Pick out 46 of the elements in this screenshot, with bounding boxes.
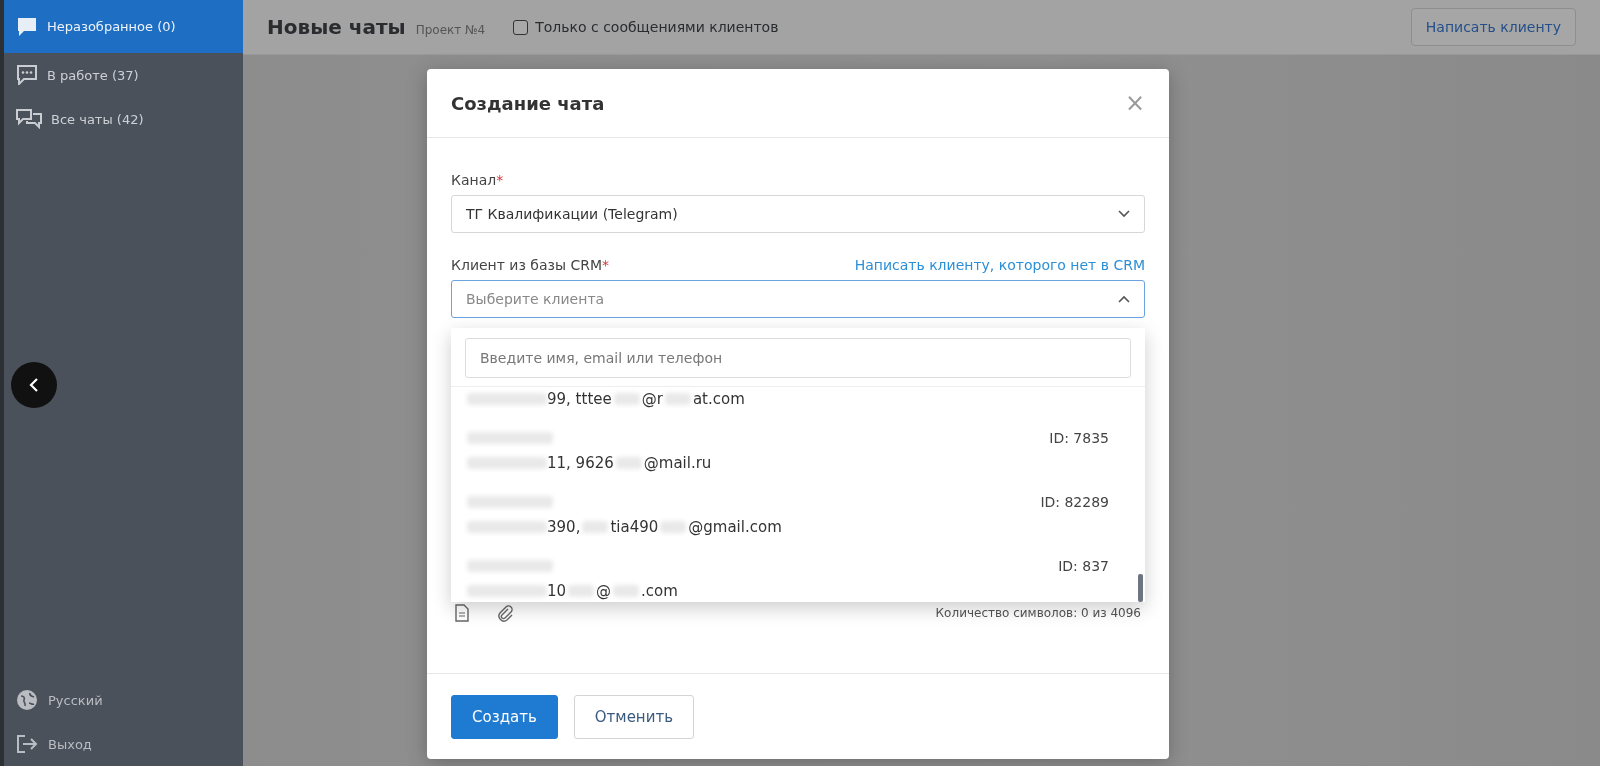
client-contact: 11, 9626 bbox=[547, 454, 614, 472]
close-button[interactable]: × bbox=[1124, 89, 1145, 117]
client-contact: at.com bbox=[692, 390, 745, 408]
sidebar-item[interactable]: Неразобранное (0) bbox=[4, 0, 243, 53]
exit-icon bbox=[16, 734, 38, 754]
client-id: ID: 837 bbox=[1058, 558, 1109, 574]
client-contact: 390, bbox=[547, 518, 581, 536]
chevron-up-icon bbox=[1118, 295, 1130, 303]
chat-bubble-icon bbox=[16, 16, 38, 37]
chats-icon bbox=[16, 109, 42, 129]
sidebar-item[interactable]: Все чаты (42) bbox=[4, 97, 243, 141]
document-icon[interactable] bbox=[455, 604, 469, 622]
page-title: Новые чаты bbox=[267, 15, 406, 39]
chat-dots-icon bbox=[16, 65, 38, 85]
field-label: Канал* bbox=[451, 172, 504, 188]
client-id: ID: 82289 bbox=[1040, 494, 1109, 510]
client-search-field[interactable]: Введите имя, email или телефон bbox=[465, 338, 1131, 378]
globe-icon bbox=[16, 689, 38, 711]
field-label: Клиент из базы CRM* bbox=[451, 257, 610, 273]
client-select[interactable]: Выберите клиента bbox=[451, 280, 1145, 318]
client-id: ID: 7835 bbox=[1049, 430, 1109, 446]
sidebar-item[interactable]: В работе (37) bbox=[4, 53, 243, 97]
client-contact: @ bbox=[596, 582, 612, 600]
dialog-title: Создание чата bbox=[451, 92, 605, 114]
client-contact: @mail.ru bbox=[643, 454, 712, 472]
character-count: Количество символов: 0 из 4096 bbox=[935, 606, 1141, 620]
write-new-client-link[interactable]: Написать клиенту, которого нет в CRM bbox=[854, 257, 1145, 273]
sidebar-link[interactable]: Русский bbox=[4, 678, 243, 722]
write-client-button[interactable]: Написать клиенту bbox=[1410, 8, 1576, 46]
create-button[interactable]: Создать bbox=[451, 694, 558, 739]
paperclip-icon[interactable] bbox=[497, 604, 513, 622]
cancel-button[interactable]: Отменить bbox=[573, 694, 694, 739]
sidebar-link[interactable]: Выход bbox=[4, 722, 243, 766]
scrollbar-thumb[interactable] bbox=[1138, 574, 1143, 602]
client-contact: @r bbox=[641, 390, 663, 408]
client-contact: 10 bbox=[547, 582, 567, 600]
project-label: Проект №4 bbox=[415, 22, 486, 37]
chevron-down-icon bbox=[1118, 210, 1130, 218]
client-contact: tia490 bbox=[610, 518, 659, 536]
client-contact: @gmail.com bbox=[688, 518, 782, 536]
channel-select[interactable]: ТГ Квалификации (Telegram) bbox=[451, 195, 1145, 233]
filter-label: Только с сообщениями клиентов bbox=[535, 19, 779, 35]
filter-checkbox[interactable] bbox=[513, 19, 529, 35]
client-contact: 99, tttee bbox=[547, 390, 612, 408]
chevron-left-icon bbox=[29, 378, 39, 392]
client-contact: .com bbox=[641, 582, 678, 600]
